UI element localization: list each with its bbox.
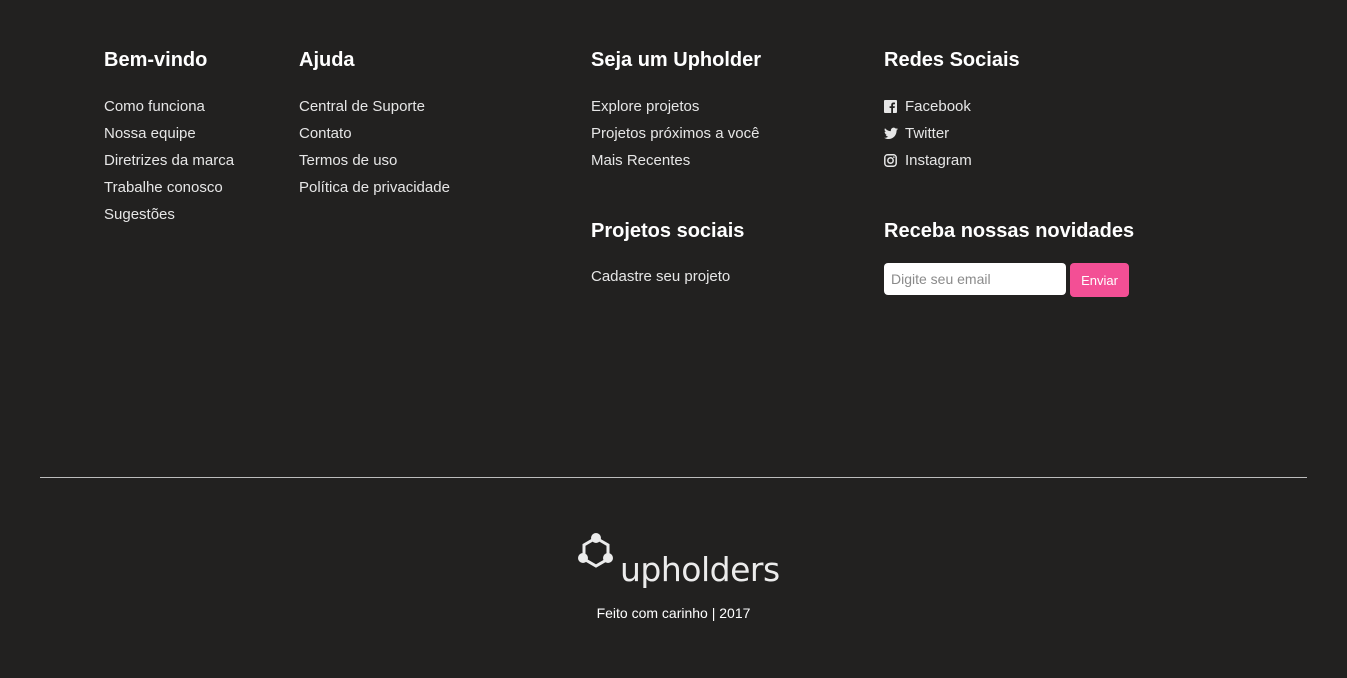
email-input[interactable] — [884, 263, 1066, 295]
list-item: Nossa equipe — [104, 124, 234, 151]
footer-divider — [40, 477, 1307, 478]
instagram-icon — [884, 153, 898, 167]
link-como-funciona[interactable]: Como funciona — [104, 98, 205, 115]
link-politica-de-privacidade[interactable]: Política de privacidade — [299, 179, 450, 196]
link-diretrizes-da-marca[interactable]: Diretrizes da marca — [104, 152, 234, 169]
list-item: Explore projetos — [591, 97, 759, 124]
upholder-heading: Seja um Upholder — [591, 49, 762, 71]
link-facebook[interactable]: Facebook — [884, 98, 971, 115]
link-trabalhe-conosco[interactable]: Trabalhe conosco — [104, 179, 223, 196]
list-item: Instagram — [884, 151, 972, 178]
list-item: Diretrizes da marca — [104, 151, 234, 178]
list-item: Central de Suporte — [299, 97, 450, 124]
footer-credits: Feito com carinho | 2017 — [596, 605, 751, 621]
facebook-label: Facebook — [905, 98, 971, 115]
upholder-links: Explore projetos Projetos próximos a voc… — [591, 97, 759, 178]
logo-mark-icon — [578, 533, 613, 568]
instagram-label: Instagram — [905, 152, 972, 169]
link-instagram[interactable]: Instagram — [884, 152, 972, 169]
link-central-de-suporte[interactable]: Central de Suporte — [299, 98, 425, 115]
link-sugestoes[interactable]: Sugestões — [104, 206, 175, 223]
social-projects-heading: Projetos sociais — [591, 220, 745, 242]
logo-text: upholders — [620, 550, 780, 589]
site-footer: Bem-vindo Como funciona Nossa equipe Dir… — [0, 0, 1347, 678]
list-item: Sugestões — [104, 205, 234, 232]
twitter-icon — [884, 126, 898, 140]
link-termos-de-uso[interactable]: Termos de uso — [299, 152, 397, 169]
link-projetos-proximos[interactable]: Projetos próximos a você — [591, 125, 759, 142]
list-item: Termos de uso — [299, 151, 450, 178]
help-heading: Ajuda — [299, 49, 355, 71]
newsletter-heading: Receba nossas novidades — [884, 220, 1135, 242]
twitter-label: Twitter — [905, 125, 950, 142]
upholders-logo[interactable]: upholders — [578, 530, 780, 594]
social-heading: Redes Sociais — [884, 49, 1020, 71]
list-item: Política de privacidade — [299, 178, 450, 205]
list-item: Twitter — [884, 124, 972, 151]
facebook-icon — [884, 99, 898, 113]
list-item: Facebook — [884, 97, 972, 124]
list-item: Cadastre seu projeto — [591, 267, 730, 294]
social-projects-links: Cadastre seu projeto — [591, 267, 730, 294]
list-item: Como funciona — [104, 97, 234, 124]
link-cadastre-seu-projeto[interactable]: Cadastre seu projeto — [591, 268, 730, 285]
help-links: Central de Suporte Contato Termos de uso… — [299, 97, 450, 205]
social-links: Facebook Twitter Instagram — [884, 97, 972, 178]
welcome-heading: Bem-vindo — [104, 49, 208, 71]
link-contato[interactable]: Contato — [299, 125, 352, 142]
link-twitter[interactable]: Twitter — [884, 125, 949, 142]
list-item: Contato — [299, 124, 450, 151]
welcome-links: Como funciona Nossa equipe Diretrizes da… — [104, 97, 234, 232]
send-button[interactable]: Enviar — [1070, 263, 1129, 297]
link-mais-recentes[interactable]: Mais Recentes — [591, 152, 690, 169]
list-item: Projetos próximos a você — [591, 124, 759, 151]
link-nossa-equipe[interactable]: Nossa equipe — [104, 125, 196, 142]
list-item: Trabalhe conosco — [104, 178, 234, 205]
list-item: Mais Recentes — [591, 151, 759, 178]
link-explore-projetos[interactable]: Explore projetos — [591, 98, 699, 115]
